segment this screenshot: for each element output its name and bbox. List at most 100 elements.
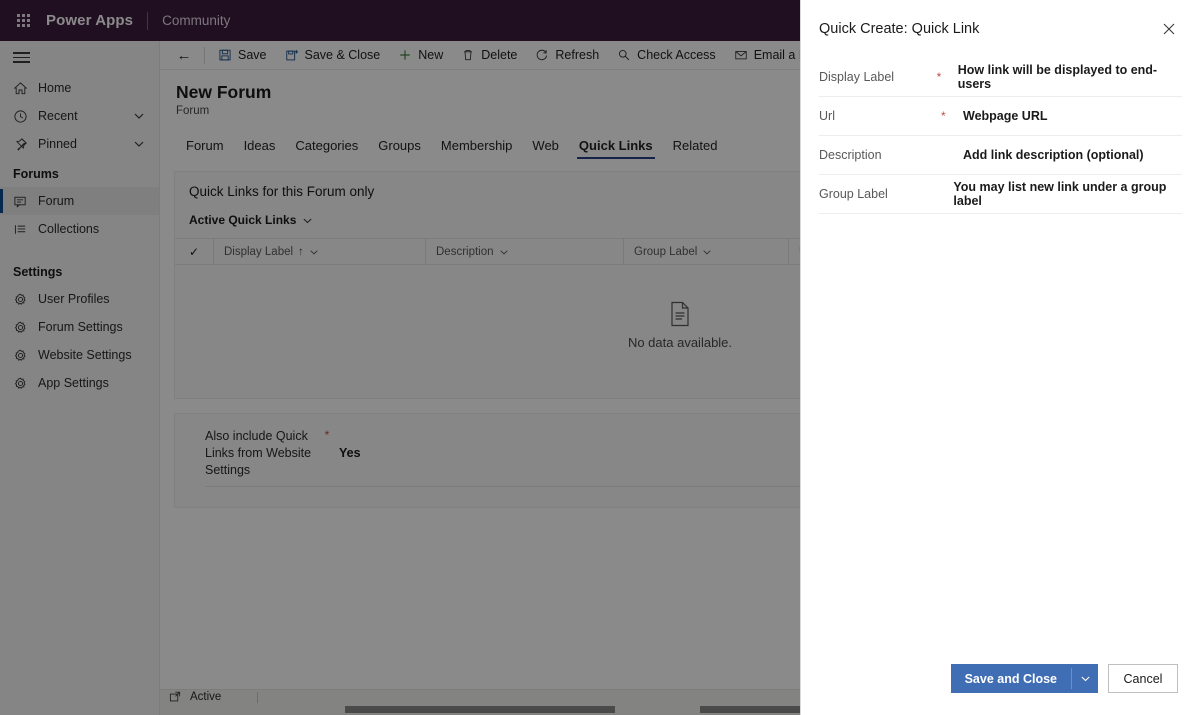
sidebar-item-label: Recent [38,109,78,123]
column-header-description[interactable]: Description [425,238,623,265]
quick-create-footer: Save and Close Cancel [801,664,1200,715]
tab-forum[interactable]: Forum [176,138,234,159]
scrollbar-thumb[interactable] [345,706,615,713]
app-name-label[interactable]: Community [148,13,230,28]
chevron-down-icon[interactable] [133,138,145,150]
url-input[interactable]: Webpage URL [963,109,1048,123]
command-label: Check Access [637,48,716,62]
field-value[interactable]: Yes [339,428,361,460]
column-header-group-label[interactable]: Group Label [623,238,788,265]
required-marker: * [324,428,330,442]
delete-button[interactable]: Delete [452,41,526,69]
brand-label[interactable]: Power Apps [46,12,147,29]
new-button[interactable]: New [389,41,452,69]
save-icon [218,48,232,62]
field-label: Group Label [819,187,888,201]
gear-icon [13,292,38,307]
tab-membership[interactable]: Membership [431,138,523,159]
command-label: Save [238,48,267,62]
document-icon [669,301,691,327]
gear-icon [13,320,38,335]
sidebar-item-home[interactable]: Home [0,74,159,102]
check-access-button[interactable]: Check Access [608,41,725,69]
field-url[interactable]: Url * Webpage URL [819,97,1182,136]
gear-icon [13,376,38,391]
back-arrow-icon[interactable]: ← [168,47,200,64]
sidebar-item-collections[interactable]: Collections [0,215,159,243]
sidebar-item-recent[interactable]: Recent [0,102,159,130]
chevron-down-icon[interactable] [1072,664,1098,693]
sidebar-item-forum-settings[interactable]: Forum Settings [0,313,159,341]
save-and-close-button[interactable]: Save & Close [276,41,390,69]
sort-ascending-icon: ↑ [298,245,304,258]
sidebar-item-app-settings[interactable]: App Settings [0,369,159,397]
group-label-input[interactable]: You may list new link under a group labe… [953,180,1182,208]
column-label: Group Label [634,245,698,258]
trash-icon [461,48,475,62]
column-label: Description [436,245,494,258]
hamburger-icon[interactable] [0,41,159,74]
sidebar-item-label: Home [38,81,72,95]
tab-categories[interactable]: Categories [285,138,368,159]
cancel-button[interactable]: Cancel [1108,664,1178,693]
field-group-label[interactable]: Group Label You may list new link under … [819,175,1182,214]
mail-icon [734,48,748,62]
sidebar-item-label: Forum Settings [38,320,123,334]
sidebar-item-forum[interactable]: Forum [0,187,159,215]
field-display-label[interactable]: Display Label * How link will be display… [819,58,1182,97]
field-description[interactable]: Description Add link description (option… [819,136,1182,175]
refresh-icon [535,48,549,62]
tab-quick-links[interactable]: Quick Links [569,138,663,159]
sidebar: Home Recent Pinned Forums Forum Collecti… [0,41,160,715]
description-input[interactable]: Add link description (optional) [963,148,1144,162]
tab-related[interactable]: Related [663,138,728,159]
required-marker: * [936,70,942,84]
pin-icon [13,137,38,152]
sidebar-item-label: User Profiles [38,292,110,306]
sidebar-item-label: Collections [38,222,100,236]
command-label: Refresh [555,48,600,62]
waffle-icon[interactable] [0,14,46,27]
open-in-new-icon[interactable] [160,691,190,703]
refresh-button[interactable]: Refresh [526,41,608,69]
chevron-down-icon[interactable] [702,247,712,257]
tab-ideas[interactable]: Ideas [234,138,286,159]
display-label-input[interactable]: How link will be displayed to end-users [958,63,1182,91]
column-header-display-label[interactable]: Display Label ↑ [213,238,425,265]
save-and-close-button[interactable]: Save and Close [950,664,1098,693]
plus-icon [398,48,412,62]
quick-create-title: Quick Create: Quick Link [819,21,980,37]
quick-create-panel: Quick Create: Quick Link Display Label *… [800,0,1200,715]
chevron-down-icon[interactable] [309,247,319,257]
quick-create-header: Quick Create: Quick Link [801,0,1200,58]
save-close-icon [285,48,299,62]
field-label: Url [819,109,835,123]
field-label: Also include Quick Links from Website Se… [205,429,312,477]
select-all-checkbox[interactable]: ✓ [175,245,213,259]
close-icon[interactable] [1156,16,1182,42]
sidebar-item-website-settings[interactable]: Website Settings [0,341,159,369]
required-marker: * [941,109,946,123]
view-selector-label: Active Quick Links [189,213,297,227]
sidebar-item-pinned[interactable]: Pinned [0,130,159,158]
empty-state-text: No data available. [627,334,733,350]
command-divider [204,46,205,64]
sidebar-item-label: Forum [38,194,75,208]
tab-groups[interactable]: Groups [368,138,431,159]
sidebar-group-settings: Settings [13,265,63,279]
tab-web[interactable]: Web [522,138,569,159]
sidebar-item-label: Website Settings [38,348,132,362]
sidebar-item-user-profiles[interactable]: User Profiles [0,285,159,313]
field-label: Description [819,148,882,162]
list-icon [13,222,38,237]
clock-icon [13,109,38,124]
screen-root: Power Apps Community Home Recent Pinned … [0,0,1200,715]
status-text: Active [190,691,222,703]
sidebar-item-label: App Settings [38,376,109,390]
save-button[interactable]: Save [209,41,276,69]
chevron-down-icon[interactable] [499,247,509,257]
command-label: Save & Close [304,48,381,62]
chevron-down-icon[interactable] [133,110,145,122]
status-divider [257,691,259,703]
column-label: Display Label [224,245,294,258]
